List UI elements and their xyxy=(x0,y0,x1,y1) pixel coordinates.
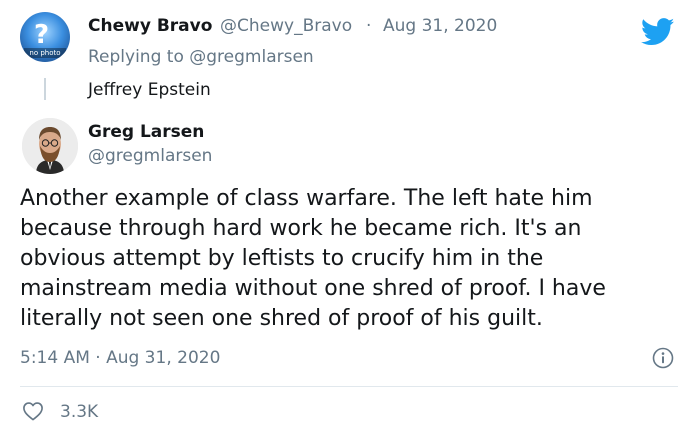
reply-author-avatar[interactable]: ? no photo xyxy=(20,12,70,62)
separator-dot: · xyxy=(366,16,372,36)
reply-tweet-text: Jeffrey Epstein xyxy=(88,80,211,100)
thread-connector-line xyxy=(44,78,46,100)
like-count[interactable]: 3.3K xyxy=(60,402,98,422)
avatar-caption: no photo xyxy=(24,48,66,58)
heart-icon[interactable] xyxy=(22,401,44,421)
reply-author-handle[interactable]: @Chewy_Bravo xyxy=(220,16,352,36)
tweet-text-line: Another example of class warfare. The le… xyxy=(20,186,593,211)
twitter-bird-icon[interactable] xyxy=(641,18,675,46)
divider xyxy=(20,386,678,387)
tweet-text-line: mainstream media without one shred of pr… xyxy=(20,276,606,301)
main-author-handle[interactable]: @gregmlarsen xyxy=(88,146,212,166)
reply-author-name[interactable]: Chewy Bravo xyxy=(88,16,212,36)
tweet-text-line: obvious attempt by leftists to crucify h… xyxy=(20,246,544,271)
main-tweet-text: Another example of class warfare. The le… xyxy=(20,184,685,334)
bearded-man-portrait-icon xyxy=(22,118,78,174)
tweet-text-line: literally not seen one shred of proof of… xyxy=(20,306,543,331)
replying-to-line: Replying to @gregmlarsen xyxy=(88,47,314,67)
main-author-name[interactable]: Greg Larsen xyxy=(88,122,204,142)
replying-to-handle[interactable]: @gregmlarsen xyxy=(189,47,313,67)
replying-to-label: Replying to xyxy=(88,47,184,67)
info-icon[interactable] xyxy=(652,347,674,369)
reply-tweet-date[interactable]: Aug 31, 2020 xyxy=(383,16,497,36)
avatar-question-mark: ? xyxy=(34,20,50,50)
main-author-avatar[interactable] xyxy=(22,118,78,174)
tweet-text-line: because through hard work he became rich… xyxy=(20,216,582,241)
tweet-timestamp[interactable]: 5:14 AM · Aug 31, 2020 xyxy=(20,348,220,368)
